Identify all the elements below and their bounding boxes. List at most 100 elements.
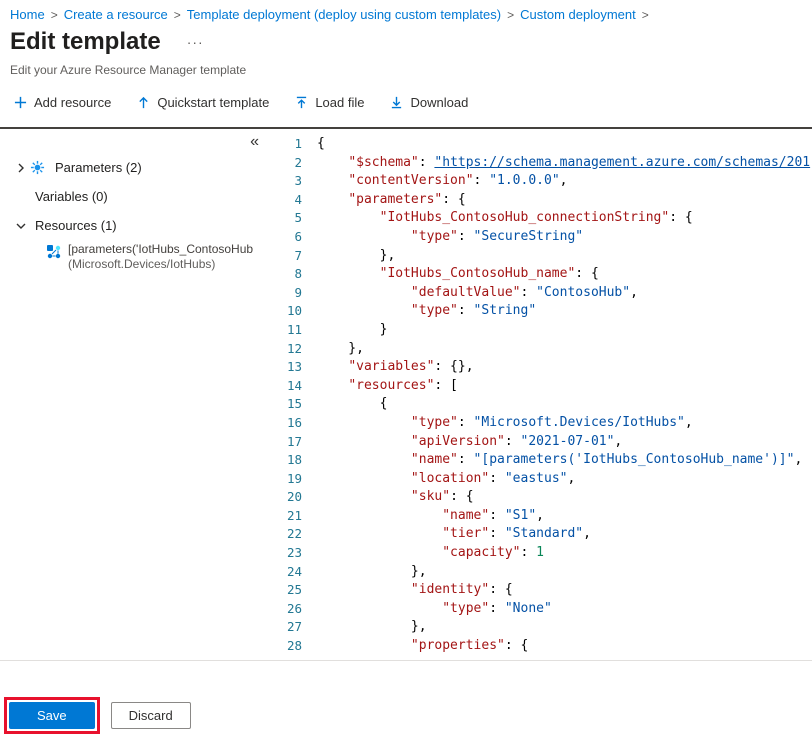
tree-item-parameters[interactable]: Parameters (2) [0, 153, 275, 182]
upload-icon [295, 96, 308, 109]
save-button[interactable]: Save [9, 702, 95, 729]
iot-hub-icon [46, 244, 62, 260]
code-text: }, [317, 247, 812, 266]
line-number: 7 [275, 247, 317, 266]
line-number: 6 [275, 228, 317, 247]
code-line[interactable]: 24 }, [275, 563, 812, 582]
resource-name: [parameters('IotHubs_ContosoHub [68, 242, 268, 257]
tree-item-label: Resources (1) [35, 218, 117, 233]
add-resource-button[interactable]: Add resource [14, 95, 111, 110]
line-number: 8 [275, 265, 317, 284]
code-line[interactable]: 3 "contentVersion": "1.0.0.0", [275, 172, 812, 191]
line-number: 19 [275, 470, 317, 489]
line-number: 2 [275, 154, 317, 173]
code-text: } [317, 321, 812, 340]
line-number: 4 [275, 191, 317, 210]
line-number: 16 [275, 414, 317, 433]
line-number: 25 [275, 581, 317, 600]
page-title: Edit template [10, 28, 161, 56]
line-number: 17 [275, 433, 317, 452]
line-number: 22 [275, 525, 317, 544]
code-line[interactable]: 6 "type": "SecureString" [275, 228, 812, 247]
code-text: "sku": { [317, 488, 812, 507]
chevron-right-icon[interactable] [16, 163, 30, 173]
code-line[interactable]: 21 "name": "S1", [275, 507, 812, 526]
download-label: Download [410, 95, 468, 110]
code-line[interactable]: 15 { [275, 395, 812, 414]
breadcrumb-template-deployment[interactable]: Template deployment (deploy using custom… [187, 7, 501, 22]
resource-type: (Microsoft.Devices/IotHubs) [68, 257, 268, 272]
line-number: 1 [275, 135, 317, 154]
code-line[interactable]: 7 }, [275, 247, 812, 266]
line-number: 13 [275, 358, 317, 377]
code-line[interactable]: 12 }, [275, 340, 812, 359]
arrow-up-icon [137, 96, 150, 109]
code-lines: 1{2 "$schema": "https://schema.managemen… [275, 135, 812, 656]
tree-item-resources[interactable]: Resources (1) [0, 211, 275, 240]
code-line[interactable]: 20 "sku": { [275, 488, 812, 507]
code-text: "defaultValue": "ContosoHub", [317, 284, 812, 303]
code-line[interactable]: 5 "IotHubs_ContosoHub_connectionString":… [275, 209, 812, 228]
tree-item-iothub-resource[interactable]: [parameters('IotHubs_ContosoHub (Microso… [0, 242, 275, 272]
quickstart-template-button[interactable]: Quickstart template [137, 95, 269, 110]
code-text: "$schema": "https://schema.management.az… [317, 154, 812, 173]
code-line[interactable]: 26 "type": "None" [275, 600, 812, 619]
line-number: 5 [275, 209, 317, 228]
breadcrumb-create-a-resource[interactable]: Create a resource [64, 7, 168, 22]
code-line[interactable]: 2 "$schema": "https://schema.management.… [275, 154, 812, 173]
code-line[interactable]: 10 "type": "String" [275, 302, 812, 321]
code-text: }, [317, 563, 812, 582]
chevron-down-icon[interactable] [16, 221, 30, 231]
breadcrumb-separator: > [642, 8, 649, 22]
download-button[interactable]: Download [390, 95, 468, 110]
quickstart-template-label: Quickstart template [157, 95, 269, 110]
code-line[interactable]: 22 "tier": "Standard", [275, 525, 812, 544]
breadcrumb-separator: > [51, 8, 58, 22]
code-line[interactable]: 1{ [275, 135, 812, 154]
code-line[interactable]: 4 "parameters": { [275, 191, 812, 210]
code-line[interactable]: 17 "apiVersion": "2021-07-01", [275, 433, 812, 452]
code-text: "IotHubs_ContosoHub_name": { [317, 265, 812, 284]
code-line[interactable]: 14 "resources": [ [275, 377, 812, 396]
tree-item-variables[interactable]: Variables (0) [0, 182, 275, 211]
line-number: 24 [275, 563, 317, 582]
breadcrumb-custom-deployment[interactable]: Custom deployment [520, 7, 636, 22]
code-line[interactable]: 13 "variables": {}, [275, 358, 812, 377]
code-text: "resources": [ [317, 377, 812, 396]
collapse-panel-icon[interactable]: « [250, 133, 259, 151]
code-line[interactable]: 27 }, [275, 618, 812, 637]
command-bar: Add resource Quickstart template Load fi… [0, 77, 812, 113]
line-number: 23 [275, 544, 317, 563]
plus-icon [14, 96, 27, 109]
discard-button[interactable]: Discard [111, 702, 191, 729]
code-line[interactable]: 28 "properties": { [275, 637, 812, 656]
load-file-button[interactable]: Load file [295, 95, 364, 110]
code-line[interactable]: 18 "name": "[parameters('IotHubs_Contoso… [275, 451, 812, 470]
breadcrumb-home[interactable]: Home [10, 7, 45, 22]
footer-divider [0, 660, 812, 661]
code-text: }, [317, 340, 812, 359]
code-text: "variables": {}, [317, 358, 812, 377]
json-code-editor[interactable]: 1{2 "$schema": "https://schema.managemen… [275, 129, 812, 658]
code-text: "contentVersion": "1.0.0.0", [317, 172, 812, 191]
code-text: "type": "SecureString" [317, 228, 812, 247]
save-highlight-annotation: Save [4, 697, 100, 734]
download-icon [390, 96, 403, 109]
custom-deployment-edit-template-page: Home > Create a resource > Template deployme… [0, 0, 812, 736]
context-menu-icon[interactable]: ··· [187, 35, 204, 49]
schema-url-link[interactable]: "https://schema.management.azure.com/sch… [434, 155, 810, 170]
code-line[interactable]: 11 } [275, 321, 812, 340]
code-line[interactable]: 23 "capacity": 1 [275, 544, 812, 563]
code-text: "type": "None" [317, 600, 812, 619]
code-text: { [317, 135, 812, 154]
code-line[interactable]: 25 "identity": { [275, 581, 812, 600]
code-text: }, [317, 618, 812, 637]
line-number: 14 [275, 377, 317, 396]
code-line[interactable]: 16 "type": "Microsoft.Devices/IotHubs", [275, 414, 812, 433]
line-number: 11 [275, 321, 317, 340]
code-line[interactable]: 9 "defaultValue": "ContosoHub", [275, 284, 812, 303]
footer-actions: Save Discard [4, 697, 191, 734]
code-line[interactable]: 19 "location": "eastus", [275, 470, 812, 489]
code-line[interactable]: 8 "IotHubs_ContosoHub_name": { [275, 265, 812, 284]
template-editor-region: « Parameters (2) Variables (0) Resources… [0, 127, 812, 658]
